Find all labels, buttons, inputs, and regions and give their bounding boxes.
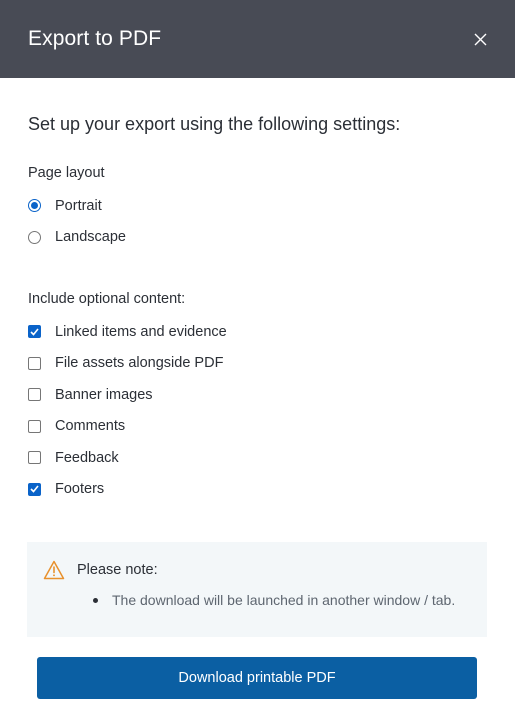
checkbox-banner-images-label: Banner images — [55, 386, 153, 403]
download-pdf-button[interactable]: Download printable PDF — [37, 657, 477, 699]
note-list-item: The download will be launched in another… — [77, 592, 471, 608]
radio-landscape-input[interactable] — [28, 230, 41, 244]
note-heading: Please note: — [77, 562, 158, 578]
checkbox-footers-input[interactable] — [28, 482, 41, 496]
dialog-title: Export to PDF — [28, 27, 162, 50]
intro-text: Set up your export using the following s… — [28, 114, 401, 134]
checkbox-feedback-input[interactable] — [28, 451, 41, 465]
bullet — [93, 597, 98, 603]
radio-landscape[interactable]: Landscape — [28, 222, 487, 254]
checkbox-feedback[interactable]: Feedback — [28, 442, 487, 474]
radio-portrait-input[interactable] — [28, 199, 41, 213]
dialog-body: Set up your export using the following s… — [0, 114, 515, 505]
note-panel: Please note: The download will be launch… — [27, 542, 487, 637]
checkbox-footers[interactable]: Footers — [28, 474, 487, 506]
checkbox-banner-images[interactable]: Banner images — [28, 379, 487, 411]
checkbox-file-assets-label: File assets alongside PDF — [55, 355, 224, 372]
optional-content-checkbox-group: Linked items and evidence File assets al… — [28, 316, 487, 505]
checkbox-file-assets[interactable]: File assets alongside PDF — [28, 348, 487, 380]
radio-portrait[interactable]: Portrait — [28, 190, 487, 222]
page-layout-radio-group: Portrait Landscape — [28, 190, 487, 253]
checkbox-linked-items-label: Linked items and evidence — [55, 323, 227, 340]
radio-portrait-label: Portrait — [55, 197, 102, 214]
note-text: The download will be launched in another… — [112, 592, 456, 608]
checkbox-footers-label: Footers — [55, 481, 105, 498]
checkbox-feedback-label: Feedback — [55, 449, 119, 466]
checkbox-banner-images-input[interactable] — [28, 388, 41, 402]
checkbox-file-assets-input[interactable] — [28, 356, 41, 370]
checkbox-comments-input[interactable] — [28, 419, 41, 433]
warning-icon — [43, 560, 65, 580]
close-icon — [474, 33, 486, 45]
radio-landscape-label: Landscape — [55, 229, 126, 246]
checkbox-comments[interactable]: Comments — [28, 411, 487, 443]
checkmark-icon — [30, 328, 39, 336]
checkbox-linked-items-input[interactable] — [28, 325, 41, 339]
page-layout-label: Page layout — [28, 165, 105, 181]
checkbox-linked-items[interactable]: Linked items and evidence — [28, 316, 487, 348]
close-button[interactable] — [469, 28, 491, 50]
optional-content-label: Include optional content: — [28, 291, 186, 307]
checkbox-comments-label: Comments — [55, 418, 126, 435]
export-pdf-dialog: Export to PDF Set up your export using t… — [0, 0, 515, 726]
dialog-header: Export to PDF — [0, 0, 515, 78]
checkmark-icon — [30, 485, 39, 493]
note-header: Please note: — [43, 560, 471, 580]
